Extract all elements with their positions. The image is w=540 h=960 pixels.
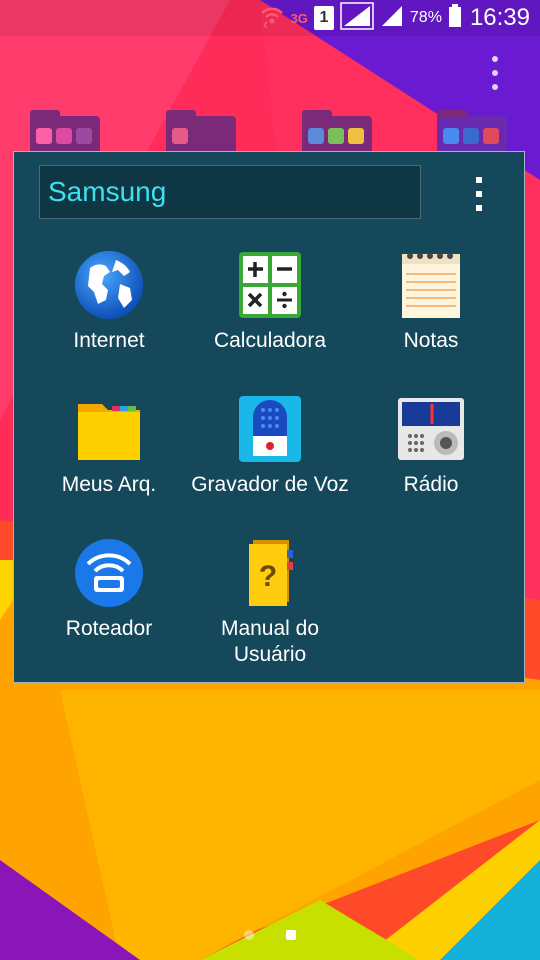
folder-options-icon[interactable] — [469, 177, 489, 217]
folder-title-field[interactable]: Samsung — [39, 165, 421, 219]
app-roteador[interactable]: Roteador — [29, 536, 189, 642]
page-indicator — [240, 930, 300, 942]
battery-percent: 78% — [409, 9, 442, 26]
microphone-icon — [233, 392, 307, 466]
app-gravador-de-voz[interactable]: Gravador de Voz — [190, 392, 350, 498]
app-label: Rádio — [403, 473, 459, 496]
home-overflow-menu-icon[interactable] — [490, 56, 500, 98]
app-label: Notas — [403, 329, 459, 352]
app-label: Internet — [73, 329, 145, 352]
mini-app-icon — [76, 128, 92, 144]
signal-strength-2-icon — [380, 4, 404, 33]
mini-app-icon — [172, 128, 188, 144]
mini-app-icon — [443, 128, 459, 144]
samsung-folder-panel: Samsung Internet Calculadora Notas Meus … — [13, 151, 525, 683]
router-icon — [72, 536, 146, 610]
network-type-label: 3G — [290, 10, 308, 26]
wifi-hotspot-icon — [259, 3, 285, 34]
calculator-icon — [233, 248, 307, 322]
folder-icon — [72, 392, 146, 466]
app-label: Gravador de Voz — [191, 473, 349, 496]
home-folder-3[interactable] — [302, 110, 372, 156]
app-internet[interactable]: Internet — [29, 248, 189, 354]
battery-icon — [448, 3, 462, 33]
home-folder-2[interactable] — [166, 110, 236, 156]
mini-app-icon — [308, 128, 324, 144]
app-label: Meus Arq. — [61, 473, 157, 496]
signal-strength-icon — [340, 1, 374, 35]
app-label: Manual do Usuário — [220, 617, 320, 666]
sim-number: 1 — [319, 9, 329, 26]
home-folder-1[interactable] — [30, 110, 100, 156]
status-bar: 3G 1 78% 16:39 — [0, 0, 540, 36]
radio-icon — [394, 392, 468, 466]
app-manual-do-usuario[interactable]: ? Manual do Usuário — [190, 536, 350, 668]
manual-book-icon: ? — [233, 536, 307, 610]
mini-app-icon — [56, 128, 72, 144]
app-label: Calculadora — [213, 329, 327, 352]
app-calculadora[interactable]: Calculadora — [190, 248, 350, 354]
mini-app-icon — [463, 128, 479, 144]
app-label: Roteador — [65, 617, 153, 640]
mini-app-icon — [328, 128, 344, 144]
page-dot-1[interactable] — [244, 930, 254, 940]
svg-text:?: ? — [259, 560, 277, 593]
mini-app-icon — [483, 128, 499, 144]
sim-icon: 1 — [313, 6, 334, 30]
mini-app-icon — [36, 128, 52, 144]
app-meus-arq[interactable]: Meus Arq. — [29, 392, 189, 498]
clock: 16:39 — [469, 4, 530, 31]
page-dot-2-current[interactable] — [286, 930, 296, 940]
notes-icon — [394, 248, 468, 322]
app-radio[interactable]: Rádio — [351, 392, 511, 498]
globe-icon — [72, 248, 146, 322]
mini-app-icon — [348, 128, 364, 144]
home-folder-4[interactable] — [437, 110, 507, 156]
app-notas[interactable]: Notas — [351, 248, 511, 354]
